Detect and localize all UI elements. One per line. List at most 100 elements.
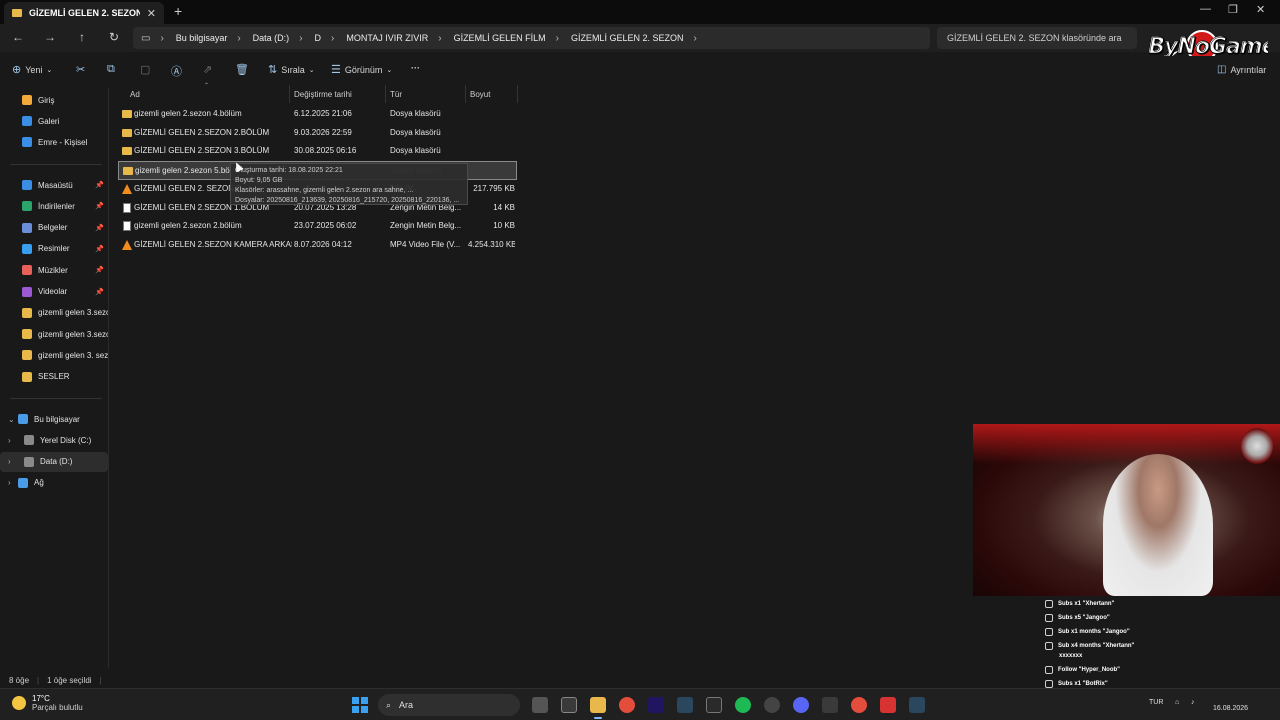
sidebar-item[interactable]: ⌄ Bu bilgisayar bbox=[0, 409, 108, 429]
app-icon[interactable] bbox=[561, 697, 577, 713]
folder-icon bbox=[122, 147, 132, 156]
up-arrow-icon[interactable]: ↑ bbox=[74, 30, 90, 44]
delete-button[interactable]: 🗑 bbox=[235, 63, 249, 76]
pane-divider[interactable] bbox=[108, 88, 109, 668]
event-text: Sub x1 months "Jangoo" bbox=[1058, 629, 1130, 635]
file-row[interactable]: gizemli gelen 2.sezon 4.bölüm 6.12.2025 2… bbox=[118, 105, 517, 124]
sidebar-item[interactable]: SESLER bbox=[0, 367, 108, 387]
sidebar-divider bbox=[10, 398, 102, 399]
column-header-size[interactable]: Boyut bbox=[466, 85, 518, 103]
sort-up-chevron-icon: ⌃ bbox=[204, 83, 210, 89]
event-icon bbox=[1045, 614, 1053, 622]
copy-button[interactable]: ⧉ bbox=[107, 63, 115, 76]
breadcrumb-item[interactable]: GİZEMLİ GELEN FİLM bbox=[454, 33, 546, 43]
sidebar-item[interactable]: Emre - Kişisel bbox=[0, 132, 108, 152]
premiere-icon[interactable] bbox=[648, 697, 664, 713]
explorer-tab[interactable]: GİZEMLİ GELEN 2. SEZON ✕ bbox=[4, 2, 164, 24]
sidebar-item[interactable]: gizemli gelen 3.sezo bbox=[0, 324, 108, 344]
epic-games-icon[interactable] bbox=[706, 697, 722, 713]
sort-button[interactable]: ⇅ Sırala ⌄ bbox=[268, 63, 315, 76]
plus-circle-icon: ⊕ bbox=[12, 64, 22, 76]
share-button[interactable]: ⇗ bbox=[203, 63, 212, 76]
file-row[interactable]: gizemli gelen 2.sezon 2.bölüm 23.07.2025 … bbox=[118, 217, 517, 236]
sidebar-item[interactable]: Belgeler 📌 bbox=[0, 218, 108, 238]
minimize-button[interactable]: — bbox=[1200, 3, 1211, 15]
sidebar-item[interactable]: › Data (D:) bbox=[0, 451, 108, 472]
rename-button[interactable]: Ⓐ bbox=[171, 63, 182, 79]
chevron-down-icon[interactable]: ⌄ bbox=[8, 415, 18, 424]
view-icon: ☰ bbox=[331, 64, 341, 76]
input-language[interactable]: TUR bbox=[1149, 699, 1163, 706]
file-explorer-icon[interactable] bbox=[590, 697, 606, 719]
file-row[interactable]: GİZEMLİ GELEN 2.SEZON KAMERA ARKASI 8.07.… bbox=[118, 236, 517, 255]
discord-icon[interactable] bbox=[793, 697, 809, 713]
file-row[interactable]: GİZEMLİ GELEN 2.SEZON 3.BÖLÜM 30.08.2025 … bbox=[118, 142, 517, 161]
sidebar-item-label: Videolar bbox=[38, 287, 68, 296]
paste-button[interactable]: ▢ bbox=[140, 63, 150, 76]
chevron-right-icon[interactable]: › bbox=[8, 436, 18, 445]
details-pane-button[interactable]: ◫ Ayrıntılar bbox=[1217, 64, 1266, 75]
stream-event: Sub x1 months "Jangoo" bbox=[1045, 626, 1130, 638]
breadcrumb-item[interactable]: Data (D:) bbox=[253, 33, 290, 43]
column-header-date[interactable]: Değiştirme tarihi bbox=[290, 85, 386, 103]
network-icon[interactable]: ⌂ bbox=[1175, 699, 1179, 706]
vlc-cone-icon bbox=[122, 239, 132, 250]
sidebar-item[interactable]: Videolar 📌 bbox=[0, 282, 108, 302]
new-tab-button[interactable]: + bbox=[174, 3, 182, 19]
file-row[interactable]: GİZEMLİ GELEN 2.SEZON 2.BÖLÜM 9.03.2026 2… bbox=[118, 124, 517, 143]
document-icon bbox=[123, 221, 131, 232]
app-icon[interactable] bbox=[822, 697, 838, 713]
sidebar-item[interactable]: gizemli gelen 3. sezc bbox=[0, 345, 108, 365]
folder-icon bbox=[122, 110, 132, 118]
steam-icon[interactable] bbox=[909, 697, 925, 713]
maximize-button[interactable]: ❐ bbox=[1228, 3, 1238, 16]
file-type: MP4 Video File (V... bbox=[390, 239, 461, 249]
forward-arrow-icon[interactable]: → bbox=[42, 30, 58, 44]
spotify-icon[interactable] bbox=[735, 697, 751, 713]
back-arrow-icon[interactable]: ← bbox=[10, 30, 26, 44]
webcam-overlay bbox=[973, 424, 1280, 596]
chrome-icon[interactable] bbox=[619, 697, 635, 713]
sidebar-item-label: Yerel Disk (C:) bbox=[40, 435, 92, 445]
steam-icon[interactable] bbox=[677, 697, 693, 713]
breadcrumb-item[interactable]: D bbox=[315, 33, 322, 43]
sidebar-item[interactable]: Galeri bbox=[0, 111, 108, 131]
breadcrumb-item[interactable]: MONTAJ IVIR ZIVIR bbox=[346, 33, 428, 43]
close-tab-icon[interactable]: ✕ bbox=[147, 7, 156, 20]
breadcrumb-item[interactable]: GİZEMLİ GELEN 2. SEZON bbox=[571, 33, 684, 43]
sidebar-item[interactable]: Resimler 📌 bbox=[0, 239, 108, 259]
breadcrumb-item[interactable]: Bu bilgisayar bbox=[176, 33, 228, 43]
chevron-right-icon[interactable]: › bbox=[693, 33, 696, 44]
cut-button[interactable]: ✂ bbox=[76, 63, 85, 76]
sidebar-item[interactable]: › Yerel Disk (C:) bbox=[0, 430, 108, 450]
refresh-icon[interactable]: ↻ bbox=[106, 30, 122, 44]
task-view-icon[interactable] bbox=[532, 697, 548, 713]
sidebar-item[interactable]: Masaüstü 📌 bbox=[0, 175, 108, 195]
search-input[interactable]: GİZEMLİ GELEN 2. SEZON klasöründe ara bbox=[937, 27, 1137, 49]
pin-icon: 📌 bbox=[95, 267, 104, 275]
sidebar-item[interactable]: gizemli gelen 3.sezo bbox=[0, 303, 108, 323]
sidebar-item[interactable]: İndirilenler 📌 bbox=[0, 196, 108, 216]
sidebar-item-label: gizemli gelen 3.sezo bbox=[38, 308, 108, 318]
new-button[interactable]: ⊕ Yeni ⌄ bbox=[12, 63, 52, 76]
chevron-right-icon[interactable]: › bbox=[8, 478, 18, 487]
chrome-icon[interactable] bbox=[851, 697, 867, 713]
column-header-type[interactable]: Tür bbox=[386, 85, 466, 103]
sidebar-item[interactable]: › Ağ bbox=[0, 473, 108, 493]
obs-icon[interactable] bbox=[764, 697, 780, 713]
taskbar-search[interactable]: ⌕ Ara bbox=[378, 694, 520, 716]
folder-icon bbox=[122, 128, 132, 137]
app-icon[interactable] bbox=[880, 697, 896, 713]
clock-date[interactable]: 16.08.2026 bbox=[1213, 705, 1248, 712]
chevron-right-icon[interactable]: › bbox=[8, 457, 18, 466]
weather-widget[interactable]: 17°C Parçalı bulutlu bbox=[12, 694, 83, 712]
address-bar[interactable]: ▭ › Bu bilgisayar › Data (D:) › D › MONT… bbox=[133, 27, 930, 49]
sidebar-item-label: Bu bilgisayar bbox=[34, 414, 80, 424]
close-window-button[interactable]: ✕ bbox=[1256, 3, 1265, 16]
volume-icon[interactable]: ♪ bbox=[1191, 699, 1195, 706]
sidebar-item[interactable]: Giriş bbox=[0, 90, 108, 110]
view-button[interactable]: ☰ Görünüm ⌄ bbox=[331, 63, 392, 76]
start-button[interactable] bbox=[352, 697, 368, 713]
sidebar-item[interactable]: Müzikler 📌 bbox=[0, 260, 108, 280]
more-options-button[interactable]: ··· bbox=[411, 63, 420, 73]
